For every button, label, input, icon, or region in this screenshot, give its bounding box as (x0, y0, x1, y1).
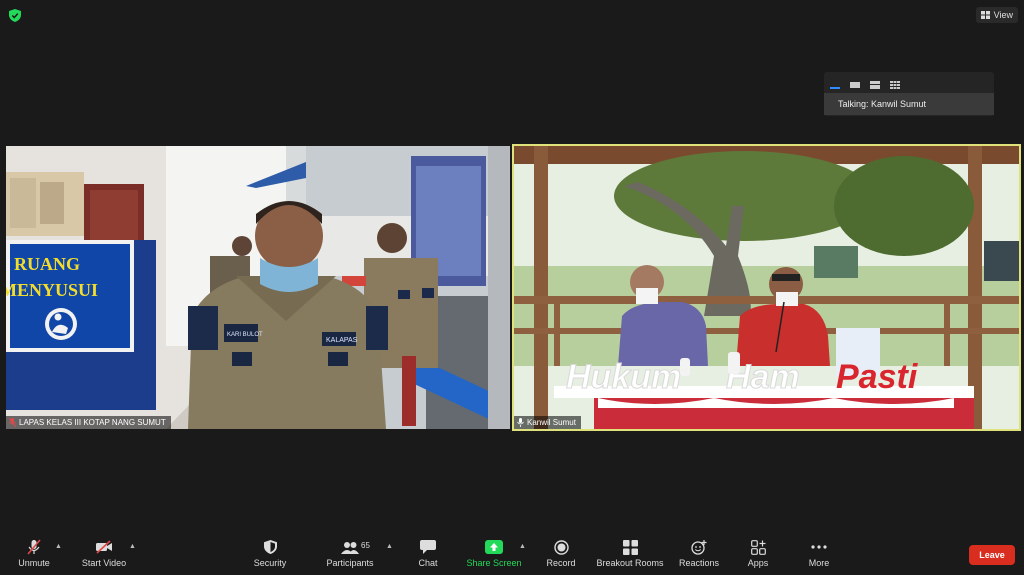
record-button[interactable]: Record (546, 535, 576, 575)
muted-microphone-icon (27, 539, 41, 555)
view-grid-icon (980, 11, 990, 19)
sign-pasti: Pasti (836, 358, 919, 396)
security-shield-icon (263, 540, 277, 554)
reactions-button[interactable]: Reactions (679, 535, 719, 575)
participants-icon (341, 541, 359, 554)
video-tile-kanwil-sumut[interactable]: Hukum Ham Pasti Kanwil Sumut (512, 144, 1021, 431)
reactions-smiley-icon (691, 539, 707, 555)
participants-caret-icon[interactable]: ▲ (386, 543, 393, 550)
chat-bubble-icon (420, 540, 436, 554)
start-video-button[interactable]: Start Video (80, 535, 128, 575)
muted-mic-icon (9, 418, 16, 427)
participants-label: Participants (326, 558, 374, 568)
sign-menyusui: MENYUSUI (6, 280, 98, 300)
layout-gallery-icon[interactable] (890, 81, 900, 89)
meeting-toolbar: Unmute ▲ Start Video ▲ Security Particip… (0, 535, 1024, 575)
video-off-icon (96, 540, 112, 554)
participant-name-tag: Kanwil Sumut (514, 416, 581, 429)
video-feed-lapas: RUANG MENYUSUI KARI BULOT KALAPAS (6, 146, 510, 429)
sign-ruang: RUANG (14, 254, 80, 274)
mic-icon (517, 418, 524, 427)
participant-name: Kanwil Sumut (527, 418, 576, 427)
security-button[interactable]: Security (252, 535, 288, 575)
apps-button[interactable]: Apps (746, 535, 770, 575)
audio-options-caret-icon[interactable]: ▲ (55, 543, 62, 550)
video-options-caret-icon[interactable]: ▲ (129, 543, 136, 550)
chat-label: Chat (418, 558, 438, 568)
badge-kari-bulot: KARI BULOT (227, 332, 263, 338)
participant-name: LAPAS KELAS III KOTAP NANG SUMUT (19, 418, 166, 427)
unmute-button[interactable]: Unmute (16, 535, 52, 575)
layout-speaker-icon[interactable] (850, 81, 860, 89)
share-screen-label: Share Screen (466, 558, 522, 568)
leave-button[interactable]: Leave (969, 545, 1015, 565)
layout-minimize-icon[interactable] (830, 81, 840, 89)
record-icon (553, 539, 569, 555)
more-button[interactable]: More (806, 535, 832, 575)
view-button[interactable]: View (975, 7, 1018, 23)
talking-indicator: Talking: Kanwil Sumut (824, 93, 994, 115)
breakout-rooms-icon (622, 539, 638, 555)
more-label: More (808, 558, 830, 568)
sign-hukum: Hukum (566, 358, 681, 396)
apps-label: Apps (747, 558, 769, 568)
reactions-label: Reactions (678, 558, 720, 568)
participant-name-tag: LAPAS KELAS III KOTAP NANG SUMUT (6, 416, 171, 429)
video-tile-lapas[interactable]: RUANG MENYUSUI KARI BULOT KALAPAS LAPAS … (6, 146, 510, 429)
share-screen-icon (485, 540, 503, 554)
record-label: Record (546, 558, 576, 568)
layout-popover: Talking: Kanwil Sumut (824, 72, 994, 116)
breakout-rooms-button[interactable]: Breakout Rooms (596, 535, 664, 575)
chat-button[interactable]: Chat (416, 535, 440, 575)
apps-icon (750, 539, 766, 555)
security-label: Security (253, 558, 287, 568)
badge-kalapas: KALAPAS (326, 337, 358, 344)
more-dots-icon (811, 545, 827, 549)
video-feed-kanwil: Hukum Ham Pasti (514, 146, 1019, 429)
start-video-label: Start Video (81, 558, 127, 568)
participants-count: 65 (361, 541, 370, 550)
view-label: View (993, 10, 1013, 20)
breakout-rooms-label: Breakout Rooms (596, 558, 664, 568)
share-screen-button[interactable]: Share Screen (466, 535, 522, 575)
unmute-label: Unmute (18, 558, 50, 568)
encryption-shield-icon[interactable] (9, 9, 21, 22)
layout-strip-icon[interactable] (870, 81, 880, 89)
share-options-caret-icon[interactable]: ▲ (519, 543, 526, 550)
